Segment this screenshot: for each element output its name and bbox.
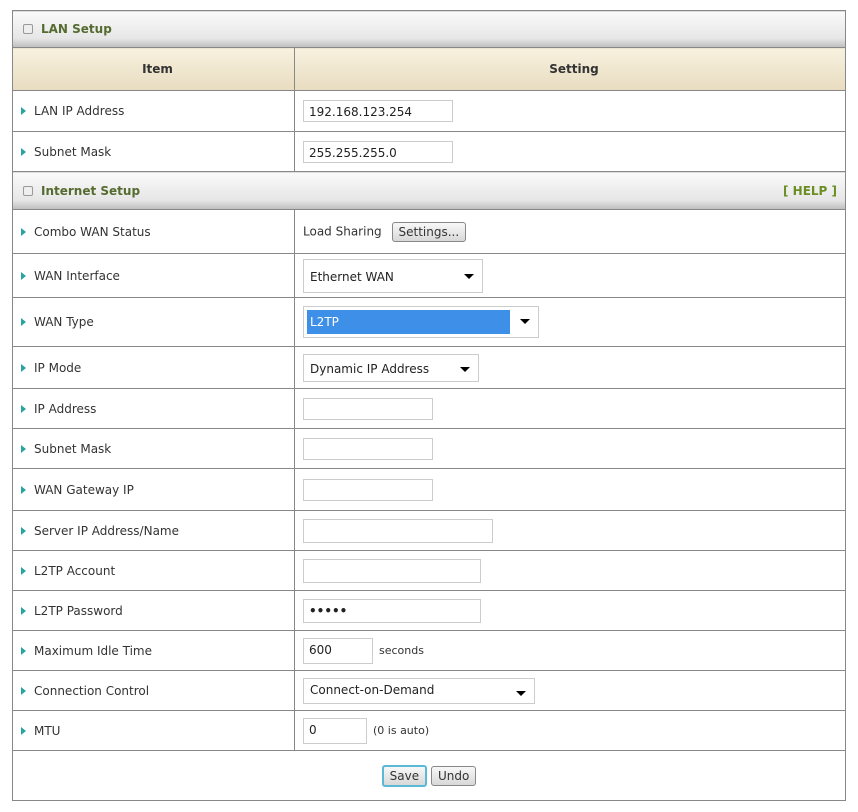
undo-button[interactable]: Undo (430, 765, 477, 786)
label: LAN IP Address (34, 104, 125, 118)
chevron-down-icon (460, 366, 470, 372)
wan-type-select[interactable]: L2TP (303, 306, 539, 338)
actions-row: Save Undo (12, 750, 846, 801)
mtu-input[interactable]: 0 (303, 717, 367, 744)
settings-button[interactable]: Settings... (391, 221, 467, 242)
ip-mode-select[interactable]: Dynamic IP Address (303, 353, 479, 382)
subnet-mask-input[interactable] (303, 437, 433, 460)
arrow-icon (21, 318, 26, 326)
ip-address-input[interactable] (303, 397, 433, 420)
hint-label: (0 is auto) (373, 724, 430, 737)
label: Combo WAN Status (34, 224, 151, 239)
arrow-icon (21, 227, 26, 236)
internet-setup-header: Internet Setup [ HELP ] (12, 171, 846, 210)
arrow-icon (21, 485, 26, 494)
label: MTU (34, 723, 61, 738)
label: L2TP Password (34, 603, 123, 618)
arrow-icon (21, 444, 26, 453)
password-input[interactable]: ••••• (303, 598, 481, 623)
label: WAN Gateway IP (34, 482, 134, 497)
combo-status: Load Sharing (303, 224, 382, 238)
label: Subnet Mask (34, 441, 112, 456)
connection-control-select[interactable]: Connect-on-Demand (303, 677, 535, 704)
selected-value: Ethernet WAN (310, 269, 394, 284)
arrow-icon (21, 606, 26, 615)
label: WAN Interface (34, 268, 120, 283)
arrow-icon (21, 404, 26, 413)
arrow-icon (21, 271, 26, 280)
account-input[interactable] (303, 558, 481, 583)
unit-label: seconds (379, 644, 424, 657)
chevron-down-icon (464, 273, 474, 279)
selected-value: Dynamic IP Address (310, 361, 430, 376)
label: IP Mode (34, 360, 82, 375)
help-link[interactable]: [ HELP ] (783, 184, 837, 198)
arrow-icon (21, 566, 26, 575)
gateway-input[interactable] (303, 478, 433, 501)
idle-time-input[interactable]: 600 (303, 637, 373, 664)
wan-interface-select[interactable]: Ethernet WAN (303, 258, 483, 293)
label: WAN Type (34, 315, 94, 329)
lan-mask-input[interactable]: 255.255.255.0 (303, 140, 453, 163)
settings-table: LAN Setup Item Setting LAN IP Address 192.… (12, 10, 846, 801)
label: Maximum Idle Time (34, 643, 152, 658)
col-setting: Setting (294, 47, 846, 91)
chevron-down-icon (516, 690, 526, 696)
section-icon (23, 24, 33, 34)
lan-setup-header: LAN Setup (12, 10, 846, 48)
selected-value: Connect-on-Demand (310, 682, 435, 697)
arrow-icon (21, 107, 26, 115)
arrow-icon (21, 526, 26, 535)
chevron-down-icon (520, 319, 530, 324)
server-input[interactable] (303, 518, 493, 543)
section-title: LAN Setup (41, 22, 112, 36)
label: Subnet Mask (34, 144, 112, 159)
label: IP Address (34, 401, 97, 416)
label: Server IP Address/Name (34, 523, 179, 538)
section-title: Internet Setup (41, 183, 141, 198)
col-item: Item (12, 47, 295, 91)
label: L2TP Account (34, 563, 116, 578)
arrow-icon (21, 147, 26, 156)
lan-ip-input[interactable]: 192.168.123.254 (303, 100, 453, 122)
save-button[interactable]: Save (381, 764, 428, 787)
arrow-icon (21, 686, 26, 695)
arrow-icon (21, 726, 26, 735)
selected-value: L2TP (307, 310, 510, 334)
label: Connection Control (34, 683, 150, 698)
section-icon (23, 185, 33, 196)
arrow-icon (21, 646, 26, 655)
arrow-icon (21, 363, 26, 372)
